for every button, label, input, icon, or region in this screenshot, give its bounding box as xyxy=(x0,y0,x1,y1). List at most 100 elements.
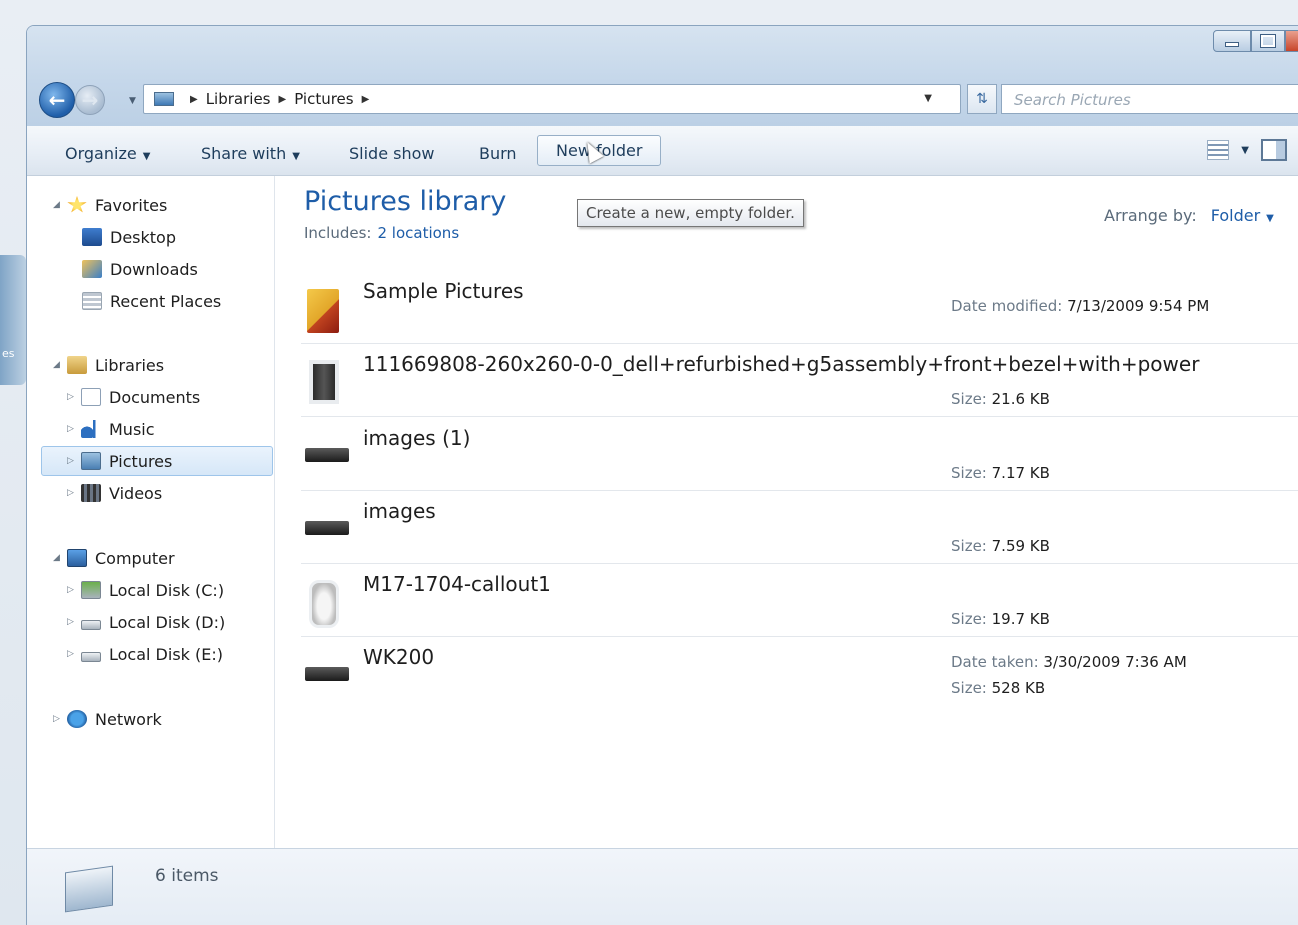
collapsed-arrow-icon[interactable]: ▷ xyxy=(67,424,81,434)
collapsed-arrow-icon[interactable]: ▷ xyxy=(67,585,81,595)
sidebar-item-music[interactable]: ▷ Music xyxy=(67,414,155,444)
device-icon xyxy=(305,521,349,535)
file-row[interactable]: 111669808-260x260-0-0_dell+refurbished+g… xyxy=(301,344,1298,417)
system-drive-icon xyxy=(81,581,101,599)
minimize-button[interactable] xyxy=(1213,30,1251,52)
back-button[interactable]: ← xyxy=(39,82,75,118)
view-controls: ▼ xyxy=(1207,138,1298,162)
arrow-left-icon: ← xyxy=(48,88,66,112)
breadcrumb-libraries[interactable]: Libraries xyxy=(206,90,271,108)
file-row[interactable]: Sample Pictures Date modified: 7/13/2009… xyxy=(301,271,1298,344)
address-dropdown-icon[interactable]: ▼ xyxy=(924,93,932,104)
sidebar-item-favorites[interactable]: ◢ Favorites xyxy=(53,190,167,220)
sidebar-item-label: Libraries xyxy=(95,355,165,375)
breadcrumb-separator-icon[interactable]: ▶ xyxy=(362,94,370,105)
recent-pages-dropdown[interactable]: ▼ xyxy=(129,96,136,106)
sidebar-item-libraries[interactable]: ◢ Libraries xyxy=(53,350,164,380)
collapsed-arrow-icon[interactable]: ▷ xyxy=(53,714,67,724)
sidebar-item-label: Pictures xyxy=(109,451,173,471)
collapsed-arrow-icon[interactable]: ▷ xyxy=(67,488,81,498)
burn-button[interactable]: Burn xyxy=(479,138,539,169)
network-icon xyxy=(67,710,87,728)
desktop-icon xyxy=(82,228,102,246)
file-name: M17-1704-callout1 xyxy=(363,572,551,596)
sidebar-item-local-disk-d[interactable]: ▷ Local Disk (D:) xyxy=(67,607,225,637)
view-options-chevron-icon[interactable]: ▼ xyxy=(1241,145,1249,156)
library-includes: Includes: 2 locations xyxy=(304,224,459,242)
collapsed-arrow-icon[interactable]: ▷ xyxy=(67,649,81,659)
sidebar-item-label: Downloads xyxy=(110,259,198,279)
slide-show-button[interactable]: Slide show xyxy=(349,138,456,169)
meta-label: Size: xyxy=(951,390,987,408)
meta-value: 19.7 KB xyxy=(991,610,1050,628)
file-row[interactable]: WK200 Date taken: 3/30/2009 7:36 AM Size… xyxy=(301,637,1298,710)
sidebar-item-label: Desktop xyxy=(110,227,176,247)
sidebar-item-label: Music xyxy=(109,419,155,439)
file-row[interactable]: M17-1704-callout1 Size: 19.7 KB xyxy=(301,564,1298,637)
file-name: images xyxy=(363,499,436,523)
file-list-pane: Pictures library Includes: 2 locations Cr… xyxy=(276,176,1298,925)
collapsed-arrow-icon[interactable]: ▷ xyxy=(67,617,81,627)
arrange-by-label: Arrange by: xyxy=(1104,206,1197,225)
mouse-icon xyxy=(309,580,339,628)
file-name: 111669808-260x260-0-0_dell+refurbished+g… xyxy=(363,352,1200,376)
forward-button[interactable]: → xyxy=(75,85,105,115)
navigation-pane: ◢ Favorites Desktop Downloads Recent Pla… xyxy=(27,176,275,925)
meta-value: 21.6 KB xyxy=(991,390,1050,408)
expanded-arrow-icon[interactable]: ◢ xyxy=(53,360,67,370)
includes-label: Includes: xyxy=(304,224,372,242)
address-bar[interactable]: ▶ Libraries ▶ Pictures ▶ ▼ xyxy=(143,84,961,114)
collapsed-arrow-icon[interactable]: ▷ xyxy=(67,456,81,466)
file-meta: Size: 19.7 KB xyxy=(951,610,1050,628)
organize-menu[interactable]: Organize ▼ xyxy=(65,138,172,169)
file-meta: Size: 7.59 KB xyxy=(951,537,1050,555)
sidebar-item-network[interactable]: ▷ Network xyxy=(53,704,162,734)
computer-icon xyxy=(67,549,87,567)
sidebar-item-local-disk-e[interactable]: ▷ Local Disk (E:) xyxy=(67,639,223,669)
maximize-button[interactable] xyxy=(1251,30,1285,52)
locations-link[interactable]: 2 locations xyxy=(377,224,459,242)
sidebar-item-recent-places[interactable]: Recent Places xyxy=(82,286,221,316)
chevron-down-icon: ▼ xyxy=(142,151,151,162)
expanded-arrow-icon[interactable]: ◢ xyxy=(53,553,67,563)
organize-label: Organize xyxy=(65,144,137,163)
title-bar: ← → ▼ ▶ Libraries ▶ Pictures ▶ ▼ ⇅ Searc… xyxy=(27,26,1298,126)
file-row[interactable]: images Size: 7.59 KB xyxy=(301,491,1298,564)
videos-icon xyxy=(81,484,101,502)
search-input[interactable]: Search Pictures xyxy=(1001,84,1298,114)
close-button[interactable] xyxy=(1285,30,1298,52)
documents-icon xyxy=(81,388,101,406)
file-row[interactable]: images (1) Size: 7.17 KB xyxy=(301,418,1298,491)
sidebar-item-local-disk-c[interactable]: ▷ Local Disk (C:) xyxy=(67,575,224,605)
collapsed-arrow-icon[interactable]: ▷ xyxy=(67,392,81,402)
sidebar-item-label: Videos xyxy=(109,483,163,503)
share-with-label: Share with xyxy=(201,144,287,163)
sidebar-item-pictures[interactable]: ▷ Pictures xyxy=(41,446,273,476)
sidebar-item-desktop[interactable]: Desktop xyxy=(82,222,176,252)
change-view-icon[interactable] xyxy=(1207,140,1230,160)
meta-label: Size: xyxy=(951,537,987,555)
recent-places-icon xyxy=(82,292,102,310)
preview-pane-icon[interactable] xyxy=(1261,139,1287,161)
meta-value: 3/30/2009 7:36 AM xyxy=(1043,653,1187,671)
sidebar-item-computer[interactable]: ◢ Computer xyxy=(53,543,175,573)
breadcrumb-separator-icon[interactable]: ▶ xyxy=(190,94,198,105)
sidebar-item-videos[interactable]: ▷ Videos xyxy=(67,478,162,508)
share-with-menu[interactable]: Share with ▼ xyxy=(201,138,322,169)
expanded-arrow-icon[interactable]: ◢ xyxy=(53,200,67,210)
breadcrumb-separator-icon[interactable]: ▶ xyxy=(279,94,287,105)
sidebar-item-label: Local Disk (E:) xyxy=(109,644,223,664)
explorer-window: ← → ▼ ▶ Libraries ▶ Pictures ▶ ▼ ⇅ Searc… xyxy=(26,25,1298,925)
desktop-edge-text: es xyxy=(2,347,15,360)
downloads-icon xyxy=(82,260,102,278)
sidebar-item-label: Computer xyxy=(95,548,175,568)
item-count: 6 items xyxy=(155,866,219,886)
libraries-icon xyxy=(67,356,87,374)
arrange-by-dropdown[interactable]: Folder xyxy=(1211,206,1260,225)
chevron-down-icon[interactable]: ▼ xyxy=(1266,213,1274,224)
sidebar-item-documents[interactable]: ▷ Documents xyxy=(67,382,200,412)
refresh-button[interactable]: ⇅ xyxy=(967,84,997,114)
sidebar-item-downloads[interactable]: Downloads xyxy=(82,254,198,284)
meta-label: Size: xyxy=(951,679,987,697)
breadcrumb-pictures[interactable]: Pictures xyxy=(294,90,353,108)
